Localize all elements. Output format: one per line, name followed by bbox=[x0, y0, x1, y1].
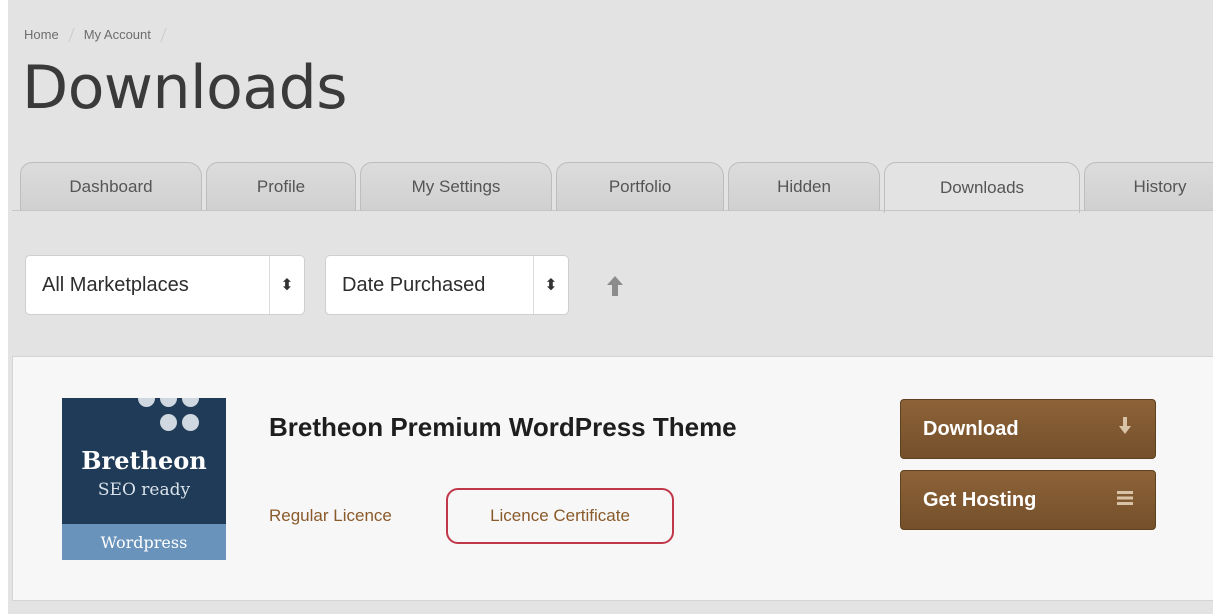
tab-dashboard[interactable]: Dashboard bbox=[20, 162, 202, 211]
breadcrumb-home[interactable]: Home bbox=[24, 27, 59, 42]
get-hosting-button-label: Get Hosting bbox=[923, 488, 1037, 511]
regular-licence-link[interactable]: Regular Licence bbox=[269, 506, 392, 526]
tab-label: Dashboard bbox=[69, 177, 153, 196]
select-arrows-icon: ⬍ bbox=[269, 256, 304, 314]
tab-profile[interactable]: Profile bbox=[206, 162, 356, 211]
download-arrow-icon bbox=[1095, 417, 1155, 441]
tab-history[interactable]: History bbox=[1084, 162, 1213, 211]
tab-my-settings[interactable]: My Settings bbox=[360, 162, 552, 211]
tab-label: Portfolio bbox=[608, 177, 672, 196]
tab-downloads[interactable]: Downloads bbox=[884, 162, 1080, 213]
page-title: Downloads bbox=[22, 53, 348, 123]
download-button[interactable]: Download bbox=[900, 399, 1156, 459]
get-hosting-button[interactable]: Get Hosting bbox=[900, 470, 1156, 530]
arrow-up-icon[interactable] bbox=[606, 275, 624, 303]
marketplace-select-value: All Marketplaces bbox=[42, 273, 189, 296]
sort-select-value: Date Purchased bbox=[342, 273, 486, 296]
sort-select[interactable]: Date Purchased ⬍ bbox=[325, 255, 569, 315]
marketplace-select[interactable]: All Marketplaces ⬍ bbox=[25, 255, 305, 315]
breadcrumb-my-account[interactable]: My Account bbox=[84, 27, 151, 42]
tabs-divider bbox=[12, 210, 1213, 211]
tab-label: History bbox=[1133, 177, 1187, 196]
tab-label: Profile bbox=[256, 177, 306, 196]
licence-certificate-label: Licence Certificate bbox=[490, 506, 630, 525]
list-icon bbox=[1095, 489, 1155, 512]
select-arrows-icon: ⬍ bbox=[533, 256, 568, 314]
breadcrumb-separator bbox=[160, 27, 167, 42]
licence-certificate-link[interactable]: Licence Certificate bbox=[446, 488, 674, 544]
tab-label: Downloads bbox=[939, 178, 1025, 197]
item-title[interactable]: Bretheon Premium WordPress Theme bbox=[269, 408, 789, 446]
thumbnail-tagline: SEO ready bbox=[97, 480, 191, 500]
tab-portfolio[interactable]: Portfolio bbox=[556, 162, 724, 211]
breadcrumb-separator bbox=[68, 27, 75, 42]
account-tabs: Dashboard Profile My Settings Portfolio … bbox=[20, 162, 1213, 213]
breadcrumb: Home My Account bbox=[24, 27, 176, 42]
thumbnail-band: Wordpress bbox=[62, 524, 226, 560]
download-button-label: Download bbox=[923, 417, 1019, 440]
tab-label: My Settings bbox=[411, 177, 501, 196]
thumbnail-brand: Bretheon bbox=[81, 446, 207, 475]
tab-label: Hidden bbox=[777, 177, 831, 196]
item-thumbnail[interactable]: Bretheon SEO ready Wordpress bbox=[62, 398, 226, 560]
tab-hidden[interactable]: Hidden bbox=[728, 162, 880, 211]
